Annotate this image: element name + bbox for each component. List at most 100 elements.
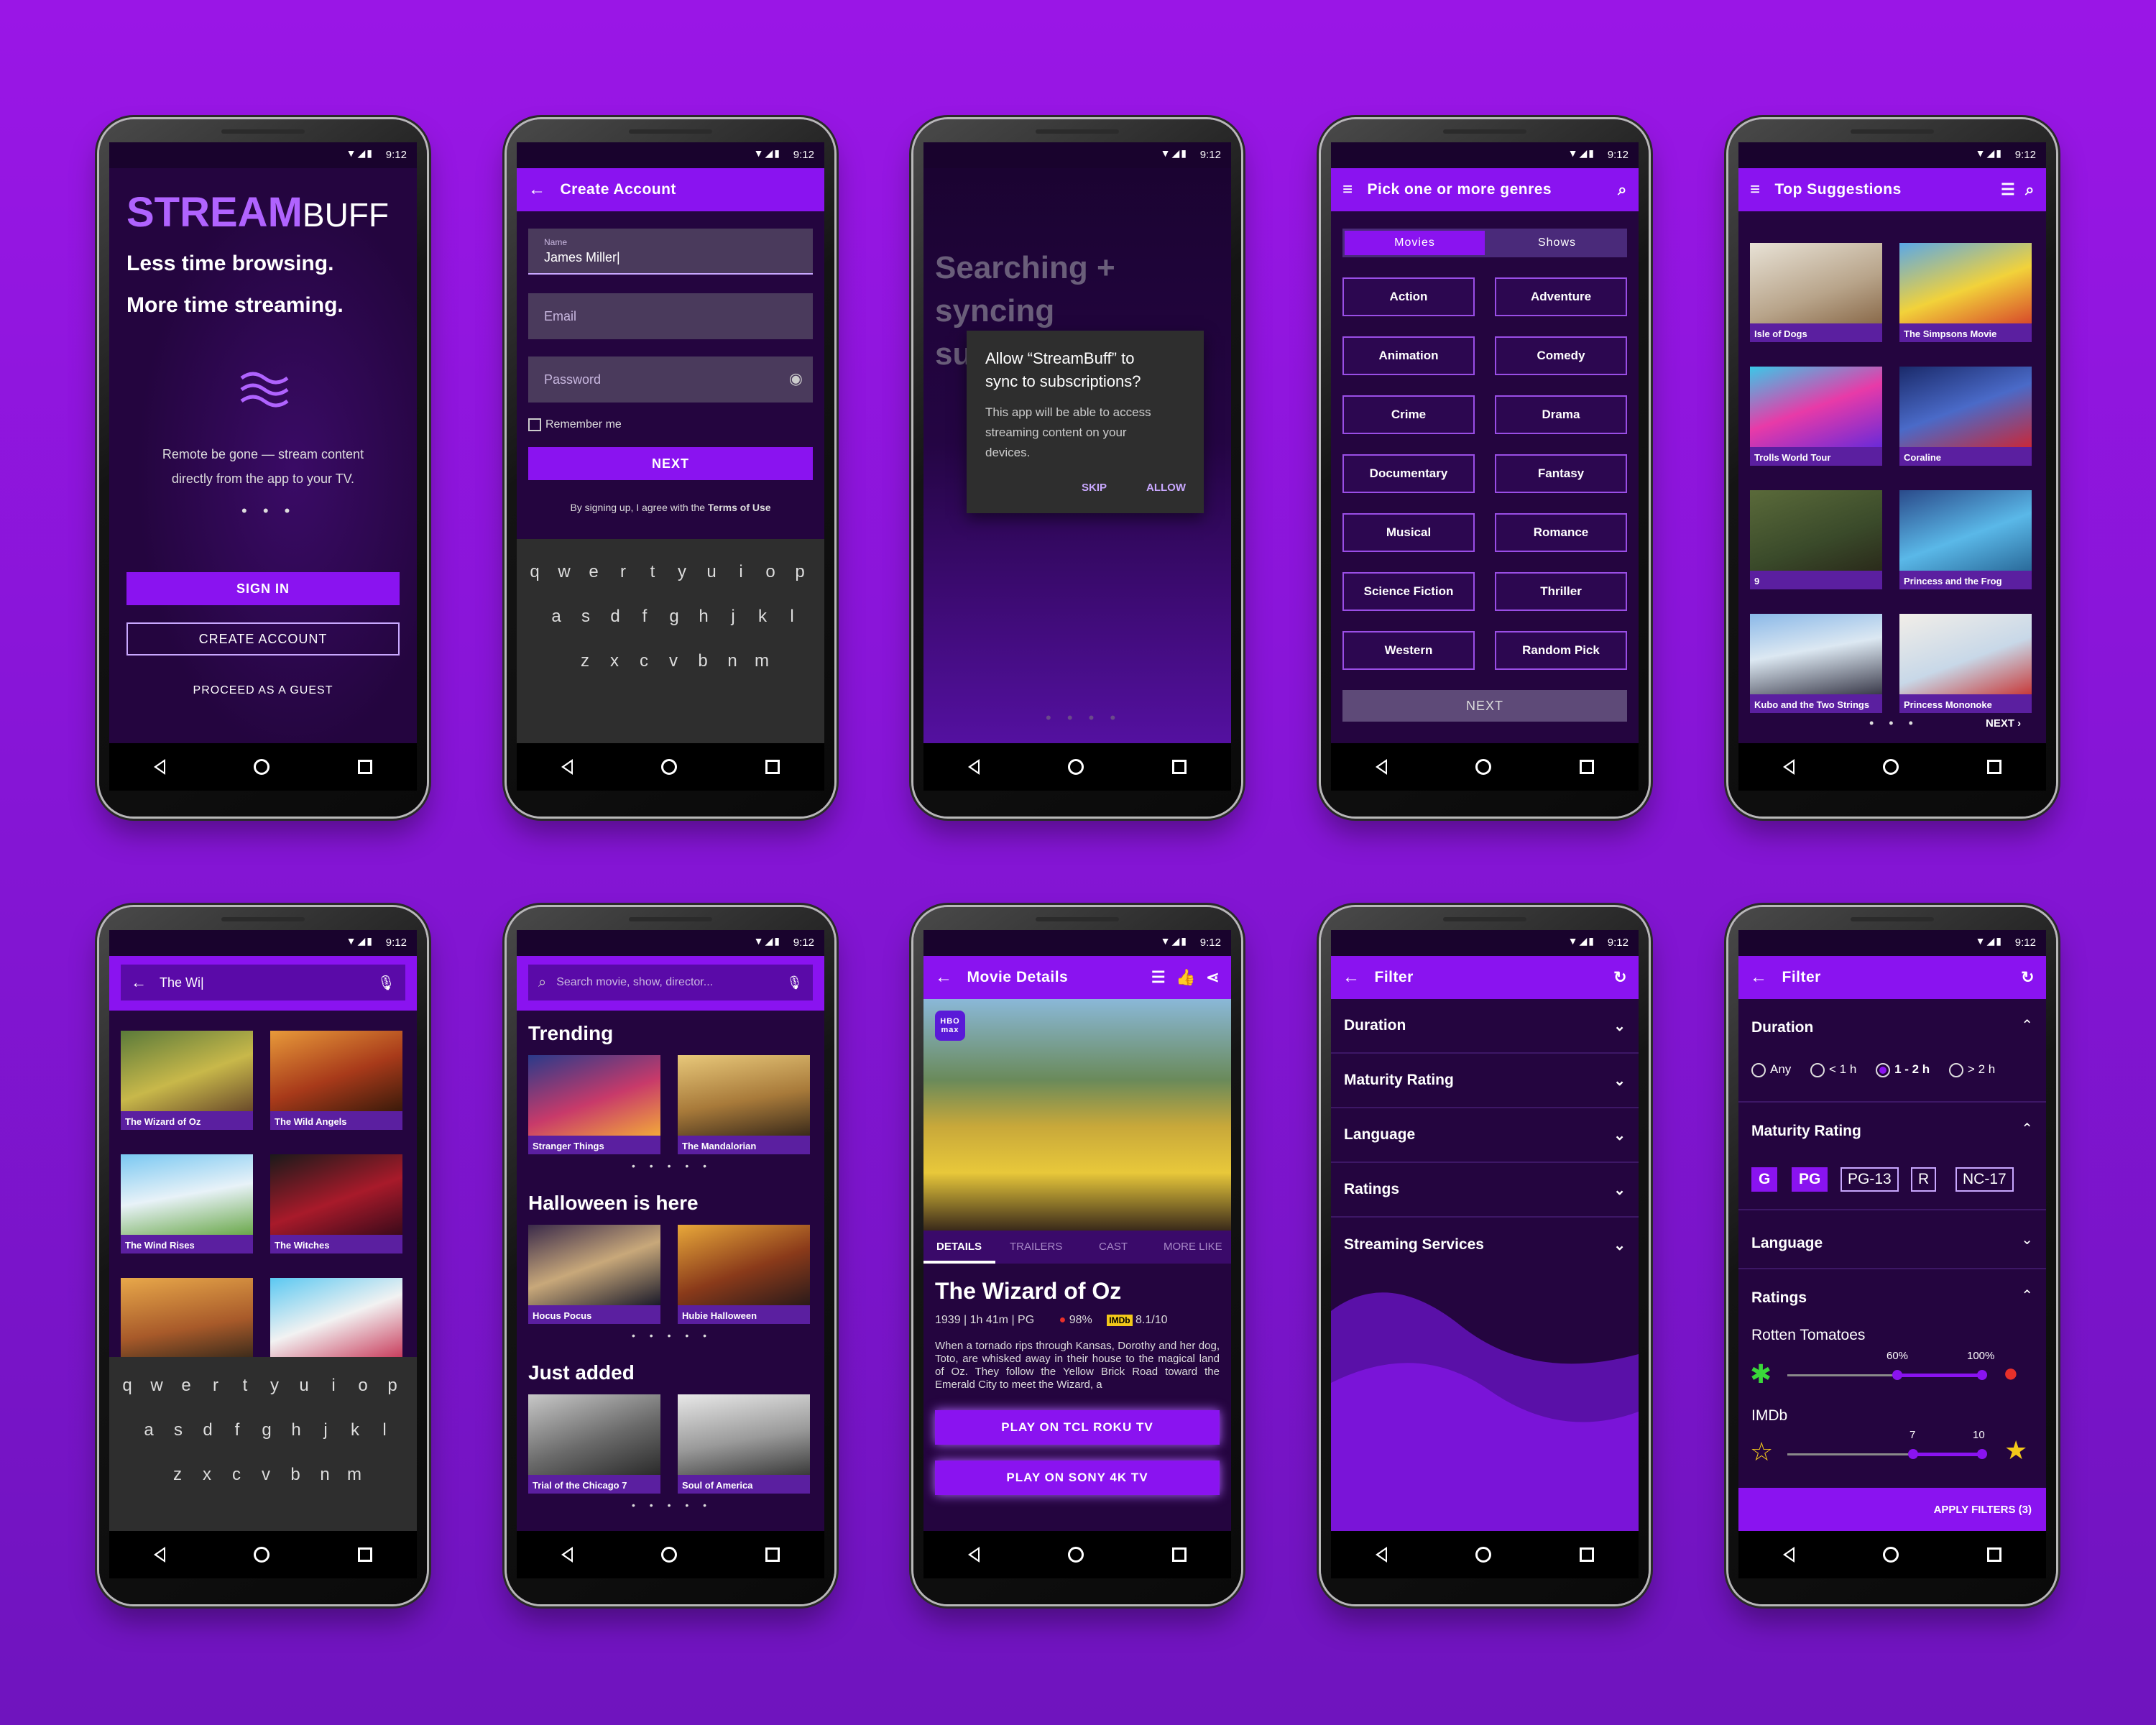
back-icon[interactable] (967, 1547, 980, 1563)
tab-more-like[interactable]: MORE LIKE (1164, 1241, 1222, 1253)
movie-tile[interactable]: Trial of the Chicago 7 (528, 1394, 660, 1494)
key-i[interactable]: i (730, 562, 752, 582)
back-icon[interactable] (1375, 759, 1387, 775)
key-d[interactable]: d (604, 607, 626, 627)
key-j[interactable]: j (722, 607, 744, 627)
next-button[interactable]: NEXT (528, 447, 813, 480)
key-h[interactable]: h (693, 607, 714, 627)
key-g[interactable]: g (663, 607, 685, 627)
movie-tile[interactable]: The Wild Angels (270, 1031, 402, 1130)
recents-icon[interactable] (358, 760, 373, 774)
tab-movies[interactable]: Movies (1345, 231, 1485, 255)
chevron-up-icon[interactable]: ⌃ (2021, 1120, 2033, 1138)
key-g[interactable]: g (256, 1420, 277, 1440)
recents-icon[interactable] (1987, 760, 2002, 774)
filter-sliders-icon[interactable]: ☰ (2001, 180, 2015, 199)
key-r[interactable]: r (205, 1376, 226, 1396)
key-m[interactable]: m (751, 651, 773, 671)
skip-button[interactable]: SKIP (1082, 482, 1107, 494)
recents-icon[interactable] (765, 1547, 780, 1562)
tab-details[interactable]: DETAILS (936, 1241, 982, 1253)
back-icon[interactable] (967, 759, 980, 775)
home-icon[interactable] (1882, 1547, 1899, 1563)
genre-romance[interactable]: Romance (1495, 513, 1627, 552)
genre-science-fiction[interactable]: Science Fiction (1342, 572, 1475, 611)
microphone-icon[interactable]: 🎙 (377, 974, 395, 992)
key-c[interactable]: c (633, 651, 655, 671)
key-y[interactable]: y (264, 1376, 285, 1396)
next-button[interactable]: NEXT (1342, 690, 1627, 722)
apply-filters-bar[interactable]: APPLY FILTERS (3) (1738, 1488, 2046, 1531)
chevron-down-icon[interactable]: ⌄ (2021, 1230, 2033, 1248)
key-u[interactable]: u (293, 1376, 315, 1396)
back-icon[interactable] (1782, 1547, 1795, 1563)
guest-link[interactable]: PROCEED AS A GUEST (126, 680, 400, 702)
genre-fantasy[interactable]: Fantasy (1495, 454, 1627, 493)
back-arrow-icon[interactable]: ← (131, 973, 147, 992)
key-c[interactable]: c (226, 1465, 247, 1485)
movie-tile[interactable]: The Wizard of Oz (121, 1031, 253, 1130)
rating-chip-r[interactable]: R (1911, 1167, 1937, 1192)
genre-adventure[interactable]: Adventure (1495, 277, 1627, 316)
play-tcl-button[interactable]: PLAY ON TCL ROKU TV (935, 1410, 1220, 1445)
key-b[interactable]: b (285, 1465, 306, 1485)
terms-link[interactable]: Terms of Use (708, 502, 771, 513)
genre-animation[interactable]: Animation (1342, 336, 1475, 375)
home-icon[interactable] (253, 759, 270, 775)
movie-tile[interactable]: Soul of America (678, 1394, 810, 1494)
password-field[interactable]: Password ◉ (528, 356, 813, 402)
email-field[interactable]: Email (528, 293, 813, 339)
home-icon[interactable] (253, 1547, 270, 1563)
key-h[interactable]: h (285, 1420, 307, 1440)
apply-filters-button[interactable]: APPLY FILTERS (3) (1934, 1504, 2032, 1516)
movie-tile[interactable]: Princess Mononoke (1899, 614, 2032, 713)
back-arrow-icon[interactable]: ← (1750, 967, 1768, 988)
back-arrow-icon[interactable]: ← (1342, 967, 1360, 988)
key-z[interactable]: z (167, 1465, 188, 1485)
recents-icon[interactable] (1580, 760, 1595, 774)
key-u[interactable]: u (701, 562, 722, 582)
tab-trailers[interactable]: TRAILERS (1010, 1241, 1062, 1253)
rt-min-handle[interactable] (1892, 1370, 1902, 1380)
movie-tile[interactable]: Trolls World Tour (1750, 367, 1882, 466)
tab-shows[interactable]: Shows (1487, 231, 1627, 255)
genre-crime[interactable]: Crime (1342, 395, 1475, 434)
key-l[interactable]: l (781, 607, 803, 627)
rating-chip-g[interactable]: G (1751, 1167, 1778, 1192)
movie-tile[interactable]: Kubo and the Two Strings (1750, 614, 1882, 713)
recents-icon[interactable] (358, 1547, 373, 1562)
back-icon[interactable] (561, 759, 573, 775)
rating-chip-nc17[interactable]: NC-17 (1955, 1167, 2014, 1192)
tab-cast[interactable]: CAST (1099, 1241, 1128, 1253)
home-icon[interactable] (660, 1547, 677, 1563)
genre-random-pick[interactable]: Random Pick (1495, 631, 1627, 670)
back-icon[interactable] (1375, 1547, 1387, 1563)
key-k[interactable]: k (752, 607, 773, 627)
recents-icon[interactable] (1172, 1547, 1187, 1562)
genre-thriller[interactable]: Thriller (1495, 572, 1627, 611)
genre-western[interactable]: Western (1342, 631, 1475, 670)
back-icon[interactable] (153, 759, 165, 775)
key-n[interactable]: n (722, 651, 743, 671)
movie-tile[interactable]: Hocus Pocus (528, 1225, 660, 1324)
key-p[interactable]: p (382, 1376, 403, 1396)
duration-any[interactable]: Any (1751, 1062, 1791, 1077)
movie-tile[interactable] (121, 1278, 253, 1357)
key-e[interactable]: e (583, 562, 604, 582)
home-icon[interactable] (1067, 759, 1084, 775)
home-icon[interactable] (1475, 759, 1491, 775)
key-p[interactable]: p (789, 562, 811, 582)
key-o[interactable]: o (760, 562, 781, 582)
back-arrow-icon[interactable]: ← (935, 967, 953, 988)
name-field[interactable]: Name James Miller| (528, 229, 813, 275)
create-account-button[interactable]: CREATE ACCOUNT (126, 622, 400, 656)
genre-documentary[interactable]: Documentary (1342, 454, 1475, 493)
key-f[interactable]: f (226, 1420, 248, 1440)
back-icon[interactable] (153, 1547, 165, 1563)
microphone-icon[interactable]: 🎙 (786, 975, 803, 990)
key-o[interactable]: o (352, 1376, 374, 1396)
key-e[interactable]: e (175, 1376, 197, 1396)
key-j[interactable]: j (315, 1420, 336, 1440)
allow-button[interactable]: ALLOW (1146, 482, 1186, 494)
reset-icon[interactable]: ↻ (2021, 968, 2035, 987)
